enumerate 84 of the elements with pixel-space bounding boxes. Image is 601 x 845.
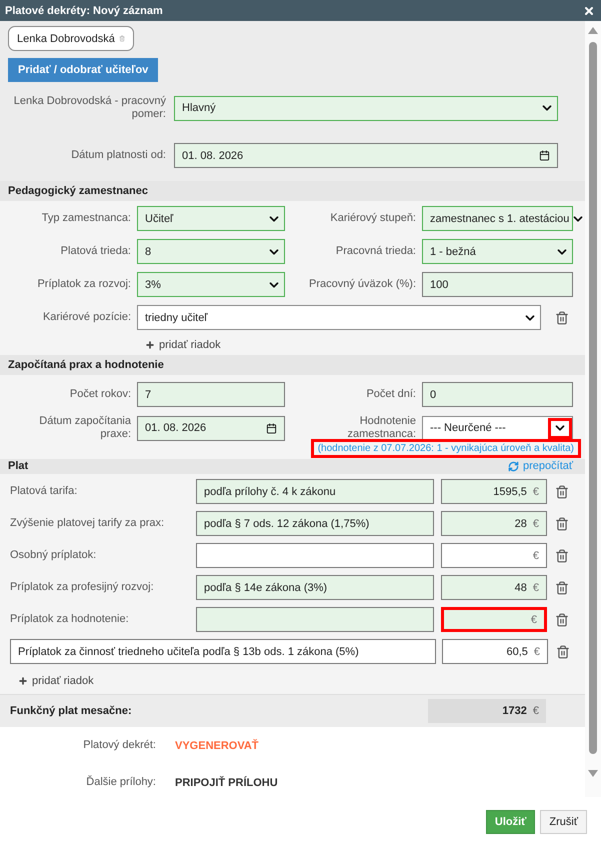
- date-field[interactable]: 01. 08. 2026: [137, 416, 285, 440]
- select-field[interactable]: Hlavný: [174, 96, 558, 120]
- field-label: Hodnotenie zamestnanca:: [346, 415, 416, 441]
- select-field[interactable]: Učiteľ: [137, 206, 285, 231]
- trash-icon: [556, 644, 570, 658]
- field-label: Platový dekrét:: [82, 739, 156, 752]
- field-label: Platová trieda:: [60, 245, 131, 258]
- delete-button[interactable]: [555, 612, 569, 626]
- field-label: Príplatok za profesijný rozvoj:: [10, 581, 155, 594]
- currency-symbol: €: [532, 486, 539, 498]
- currency-symbol: €: [532, 550, 539, 562]
- select-field[interactable]: 3%: [137, 272, 285, 297]
- field-label: Kariérové pozície:: [42, 311, 131, 324]
- section-title: Pedagogický zamestnanec: [8, 185, 148, 197]
- field-label: Osobný príplatok:: [10, 549, 98, 562]
- input-field[interactable]: Príplatok za činnosť triedneho učiteľa podľa § 13b ods. 1 zákona (5%): [10, 639, 436, 664]
- delete-button[interactable]: [555, 484, 569, 498]
- trash-icon: [555, 580, 569, 594]
- window-title: Platové dekréty: Nový záznam: [5, 4, 163, 16]
- input-field[interactable]: 0: [422, 382, 573, 407]
- field-label: Príplatok za hodnotenie:: [10, 613, 130, 626]
- input-field[interactable]: 100: [422, 272, 573, 297]
- calendar-icon: [266, 422, 277, 434]
- trash-icon: [555, 516, 569, 530]
- add-row-button[interactable]: pridať riadok: [18, 675, 94, 687]
- field-label: Počet dní:: [365, 388, 416, 401]
- trash-icon: [555, 484, 569, 498]
- calendar-icon: [539, 150, 550, 161]
- plus-icon: [145, 340, 155, 350]
- field-label: Príplatok za rozvoj:: [36, 278, 131, 291]
- section-title: Plat: [8, 460, 28, 472]
- teacher-name: Lenka Dobrovodská: [17, 32, 115, 44]
- delete-button[interactable]: [555, 310, 569, 324]
- currency-symbol: €: [534, 646, 540, 658]
- amount-field[interactable]: 28 €: [441, 511, 547, 536]
- field-label: Platová tarifa:: [10, 485, 78, 498]
- field-label: Typ zamestnanca:: [40, 212, 131, 225]
- currency-symbol: €: [530, 614, 537, 626]
- input-field[interactable]: 7: [137, 382, 285, 407]
- amount-field[interactable]: €: [441, 607, 547, 632]
- field-label: Pracovná trieda:: [334, 245, 416, 258]
- amount-field[interactable]: 60,5 €: [442, 639, 548, 664]
- cancel-button[interactable]: Zrušiť: [540, 810, 587, 834]
- delete-button[interactable]: [555, 580, 569, 594]
- field-label: Počet rokov:: [68, 388, 131, 401]
- input-field[interactable]: podľa § 14e zákona (3%): [196, 575, 434, 600]
- input-field[interactable]: podľa § 7 ods. 12 zákona (1,75%): [196, 511, 434, 536]
- date-field[interactable]: 01. 08. 2026: [174, 143, 558, 168]
- amount-field[interactable]: 1595,5 €: [441, 479, 547, 504]
- section-title: Započítaná prax a hodnotenie: [8, 359, 164, 371]
- add-row-button[interactable]: pridať riadok: [145, 339, 221, 351]
- field-label: Zvýšenie platovej tarify za prax:: [10, 517, 166, 530]
- attach-link[interactable]: PRIPOJIŤ PRÍLOHU: [175, 776, 585, 788]
- input-field[interactable]: [196, 543, 434, 568]
- input-field[interactable]: [196, 607, 434, 632]
- select-field[interactable]: --- Neurčené ---: [422, 416, 573, 440]
- amount-field[interactable]: €: [441, 543, 547, 568]
- currency-symbol: €: [532, 582, 539, 594]
- trash-icon: [555, 310, 569, 324]
- delete-button[interactable]: [555, 516, 569, 530]
- total-amount: 1732 €: [428, 699, 546, 723]
- currency-symbol: €: [532, 518, 539, 530]
- close-button[interactable]: [583, 4, 595, 16]
- trash-icon: [555, 612, 569, 626]
- select-field[interactable]: 1 - bežná: [422, 239, 573, 264]
- scrollbar[interactable]: [585, 21, 601, 797]
- field-label: Lenka Dobrovodská - pracovný pomer:: [12, 95, 166, 121]
- add-teachers-button[interactable]: Pridať / odobrať učiteľov: [8, 58, 158, 82]
- field-label: Kariérový stupeň:: [329, 212, 416, 225]
- plus-icon: [18, 676, 28, 686]
- delete-button[interactable]: [555, 548, 569, 562]
- select-field[interactable]: triedny učiteľ: [137, 305, 541, 330]
- refresh-icon: [508, 460, 519, 472]
- field-label: Dátum platnosti od:: [70, 149, 166, 162]
- input-field[interactable]: podľa prílohy č. 4 k zákonu: [196, 479, 434, 504]
- trash-icon: [555, 548, 569, 562]
- field-label: Dátum započítania praxe:: [38, 415, 131, 441]
- select-field[interactable]: 8: [137, 239, 285, 264]
- evaluation-hint: (hodnotenie z 07.07.2026: 1 - vynikajúca úroveň a kvalita): [310, 439, 581, 458]
- amount-field[interactable]: 48 €: [441, 575, 547, 600]
- total-label: Funkčný plat mesačne:: [10, 705, 132, 717]
- field-label: Ďalšie prílohy:: [85, 776, 156, 789]
- field-label: Pracovný úväzok (%):: [308, 278, 416, 291]
- delete-button[interactable]: [556, 644, 570, 658]
